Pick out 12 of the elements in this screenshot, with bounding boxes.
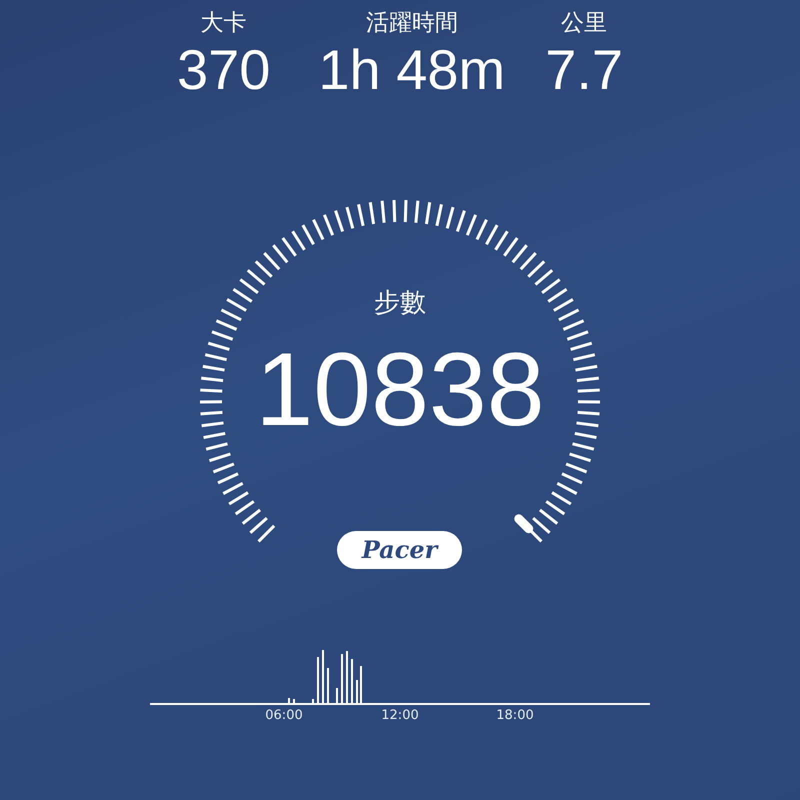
pacer-logo: Pacer bbox=[337, 531, 462, 569]
stat-value: 7.7 bbox=[545, 38, 624, 102]
steps-label: 步數 bbox=[374, 287, 426, 320]
stat-label: 公里 bbox=[561, 9, 608, 38]
stat-value: 1h 48m bbox=[318, 38, 506, 102]
stat-label: 活躍時間 bbox=[366, 9, 458, 38]
time-label: 12:00 bbox=[381, 708, 419, 723]
stat-label: 大卡 bbox=[200, 9, 247, 38]
time-label: 18:00 bbox=[496, 708, 534, 723]
stat-value: 370 bbox=[176, 38, 270, 102]
steps-count: 10838 bbox=[255, 331, 545, 450]
time-label: 06:00 bbox=[265, 708, 303, 723]
